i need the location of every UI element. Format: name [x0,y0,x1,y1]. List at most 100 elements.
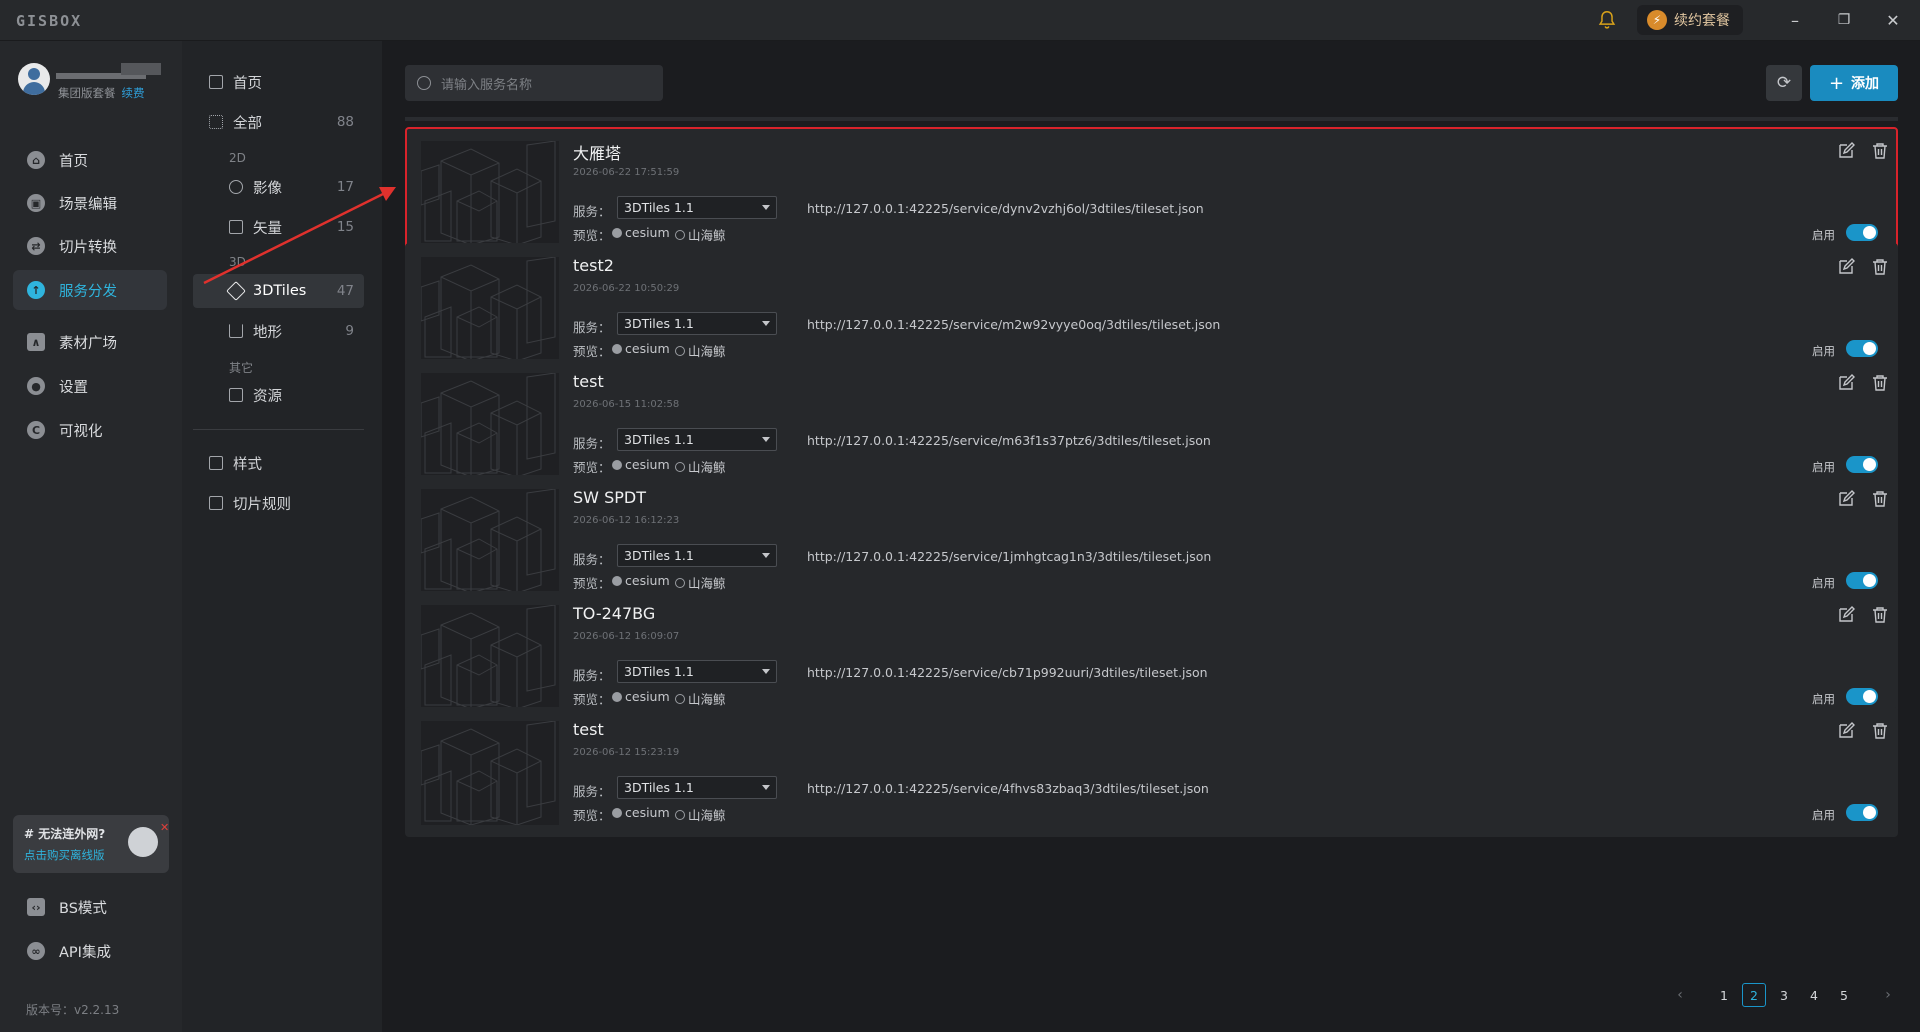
next-page-button[interactable]: › [1876,983,1900,1007]
search-input[interactable]: 请输入服务名称 [405,65,663,101]
offline-promo-card[interactable]: # 无法连外网? 点击购买离线版 ✕ [13,815,169,873]
service-card[interactable]: test 2026-06-12 15:23:19 服务： 3DTiles 1.1 htt… [405,707,1898,837]
lightning-icon: ⚡ [1647,10,1667,30]
shanhai-icon [675,461,685,472]
service-thumbnail[interactable] [421,141,559,245]
shanhai-icon [675,693,685,704]
enable-toggle[interactable] [1846,224,1878,241]
service-url[interactable]: http://127.0.0.1:42225/service/m63f1s37p… [807,433,1211,448]
delete-icon[interactable] [1871,258,1889,276]
page-button[interactable]: 5 [1832,983,1856,1007]
enable-toggle[interactable] [1846,572,1878,589]
enable-toggle[interactable] [1846,688,1878,705]
service-card[interactable]: test2 2026-06-22 10:50:29 服务： 3DTiles 1.1 ht… [405,243,1898,373]
preview-shanhai-link[interactable]: 山海鲸 [675,225,726,244]
service-card[interactable]: 大雁塔 2026-06-22 17:51:59 服务： 3DTiles 1.1 http… [405,127,1898,257]
enable-toggle[interactable] [1846,340,1878,357]
service-card[interactable]: test 2026-06-15 11:02:58 服务： 3DTiles 1.1 htt… [405,359,1898,489]
shanhai-icon [675,809,685,820]
enable-toggle[interactable] [1846,456,1878,473]
nav-item-home[interactable]: ⌂ 首页 [13,140,167,180]
service-thumbnail[interactable] [421,373,559,477]
cesium-icon [612,807,622,818]
subnav-terrain[interactable]: 地形 9 [193,314,364,348]
nav-label: 设置 [59,379,88,396]
edit-icon[interactable] [1837,606,1855,624]
service-thumbnail[interactable] [421,257,559,361]
preview-shanhai-link[interactable]: 山海鲸 [675,573,726,592]
user-profile[interactable]: 集团版套餐 续费 [18,63,178,103]
restore-button[interactable]: ❐ [1833,9,1855,31]
service-url[interactable]: http://127.0.0.1:42225/service/dynv2vzhj… [807,201,1204,216]
nav-item-visualization[interactable]: C 可视化 [13,410,167,450]
preview-shanhai-link[interactable]: 山海鲸 [675,457,726,476]
refresh-button[interactable]: ⟳ [1766,65,1802,101]
add-button[interactable]: + 添加 [1810,65,1898,101]
prev-page-button[interactable]: ‹ [1668,983,1692,1007]
preview-shanhai-link[interactable]: 山海鲸 [675,341,726,360]
page-button[interactable]: 1 [1712,983,1736,1007]
page-button[interactable]: 3 [1772,983,1796,1007]
close-button[interactable]: ✕ [1882,9,1904,31]
service-version-select[interactable]: 3DTiles 1.1 [617,544,777,567]
service-url[interactable]: http://127.0.0.1:42225/service/m2w92vyye… [807,317,1220,332]
home-icon [209,75,223,89]
page-button[interactable]: 4 [1802,983,1826,1007]
renew-link[interactable]: 续费 [122,86,145,100]
service-version-select[interactable]: 3DTiles 1.1 [617,776,777,799]
edit-icon[interactable] [1837,142,1855,160]
subnav-home[interactable]: 首页 [193,65,364,99]
service-thumbnail[interactable] [421,721,559,825]
nav-item-bs-mode[interactable]: ‹› BS模式 [13,887,167,927]
service-card[interactable]: TO-247BG 2026-06-12 16:09:07 服务： 3DTiles 1.… [405,591,1898,721]
preview-cesium-link[interactable]: cesium [612,805,670,820]
delete-icon[interactable] [1871,142,1889,160]
service-version-select[interactable]: 3DTiles 1.1 [617,660,777,683]
nav-item-service-distribution[interactable]: ↑ 服务分发 [13,270,167,310]
edit-icon[interactable] [1837,490,1855,508]
subnav-style[interactable]: 样式 [193,446,364,480]
service-thumbnail[interactable] [421,605,559,709]
delete-icon[interactable] [1871,490,1889,508]
page-button[interactable]: 2 [1742,983,1766,1007]
service-thumbnail[interactable] [421,489,559,593]
service-card[interactable]: SW SPDT 2026-06-12 16:12:23 服务： 3DTiles 1.1… [405,475,1898,605]
offline-buy-link[interactable]: 点击购买离线版 [24,847,105,863]
preview-cesium-link[interactable]: cesium [612,225,670,240]
service-url[interactable]: http://127.0.0.1:42225/service/cb71p992u… [807,665,1208,680]
minimize-button[interactable]: – [1784,9,1806,31]
subnav-all[interactable]: 全部 88 [193,105,364,139]
edit-icon[interactable] [1837,258,1855,276]
service-url[interactable]: http://127.0.0.1:42225/service/4fhvs83zb… [807,781,1209,796]
subnav-vector[interactable]: 矢量 15 [193,210,364,244]
delete-icon[interactable] [1871,722,1889,740]
subnav-slice-rule[interactable]: 切片规则 [193,486,364,520]
delete-icon[interactable] [1871,374,1889,392]
close-promo-icon[interactable]: ✕ [160,821,169,834]
delete-icon[interactable] [1871,606,1889,624]
nav-item-slice-convert[interactable]: ⇄ 切片转换 [13,226,167,266]
resource-icon [229,388,243,402]
renew-plan-button[interactable]: ⚡ 续约套餐 [1637,5,1743,35]
preview-cesium-link[interactable]: cesium [612,341,670,356]
subnav-resource[interactable]: 资源 [193,378,364,412]
service-version-select[interactable]: 3DTiles 1.1 [617,196,777,219]
preview-cesium-link[interactable]: cesium [612,689,670,704]
nav-item-material-square[interactable]: ∧ 素材广场 [13,322,167,362]
preview-shanhai-link[interactable]: 山海鲸 [675,805,726,824]
nav-item-scene-edit[interactable]: ▣ 场景编辑 [13,183,167,223]
bell-icon[interactable] [1596,9,1618,31]
preview-cesium-link[interactable]: cesium [612,573,670,588]
service-url[interactable]: http://127.0.0.1:42225/service/1jmhgtcag… [807,549,1211,564]
nav-item-settings[interactable]: ● 设置 [13,366,167,406]
service-version-select[interactable]: 3DTiles 1.1 [617,312,777,335]
service-version-select[interactable]: 3DTiles 1.1 [617,428,777,451]
edit-icon[interactable] [1837,374,1855,392]
preview-shanhai-link[interactable]: 山海鲸 [675,689,726,708]
subnav-imagery[interactable]: 影像 17 [193,170,364,204]
enable-toggle[interactable] [1846,804,1878,821]
edit-icon[interactable] [1837,722,1855,740]
nav-item-api-integration[interactable]: ∞ API集成 [13,931,167,971]
subnav-3dtiles[interactable]: 3DTiles 47 [193,274,364,308]
preview-cesium-link[interactable]: cesium [612,457,670,472]
